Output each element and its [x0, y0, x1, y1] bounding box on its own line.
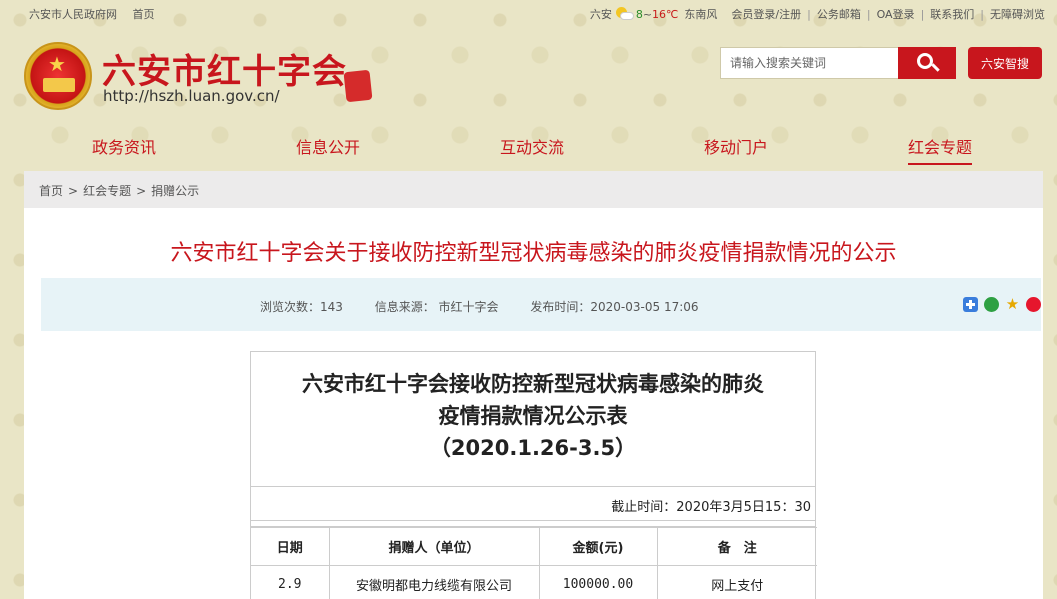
article-meta: 浏览次数：143 信息来源： 市红十字会 发布时间：2020-03-05 17:…: [41, 278, 1041, 331]
publish-time: 发布时间：2020-03-05 17:06: [530, 300, 699, 314]
member-login-link[interactable]: 会员登录/注册: [731, 6, 801, 22]
nav-item-interaction[interactable]: 互动交流: [500, 134, 564, 158]
table-heading: 六安市红十字会接收防控新型冠状病毒感染的肺炎 疫情捐款情况公示表 （2020.1…: [251, 352, 815, 487]
cell-remark: 网上支付: [656, 565, 817, 599]
breadcrumb-home[interactable]: 首页: [39, 184, 63, 198]
table-heading-line2: 疫情捐款情况公示表: [438, 404, 628, 428]
temp-sep: ~: [642, 7, 653, 21]
temp-high: 16℃: [652, 7, 679, 21]
seal-stamp-icon: [343, 69, 373, 103]
top-links-right: 六安 8 ~ 16℃ 东南风 会员登录/注册 | 公务邮箱 | OA登录 | 联…: [589, 6, 1045, 22]
mail-link[interactable]: 公务邮箱: [817, 6, 861, 22]
col-amount: 金额(元): [538, 527, 658, 566]
share-bar: ★: [957, 297, 1041, 312]
info-source: 信息来源： 市红十字会: [374, 300, 499, 314]
breadcrumb-donation[interactable]: 捐赠公示: [151, 184, 199, 198]
breadcrumb-topic[interactable]: 红会专题: [83, 184, 131, 198]
deadline: 截止时间：2020年3月5日15：30: [251, 487, 815, 521]
nav-item-disclosure[interactable]: 信息公开: [296, 134, 360, 158]
cell-date: 2.9: [251, 565, 330, 599]
top-links-left: 六安市人民政府网 首页: [29, 6, 167, 22]
accessibility-link[interactable]: 无障碍浏览: [990, 6, 1045, 22]
wind: 东南风: [684, 8, 718, 21]
nav-item-topic[interactable]: 红会专题: [908, 134, 973, 165]
breadcrumb: 首页 > 红会专题 > 捐赠公示: [24, 171, 1043, 208]
weibo-icon[interactable]: [1026, 297, 1041, 312]
temp-low: 8: [635, 7, 643, 21]
search-input[interactable]: [721, 48, 899, 78]
table-heading-line3: （2020.1.26-3.5）: [429, 436, 637, 460]
nav-item-news[interactable]: 政务资讯: [92, 134, 156, 158]
article-title: 六安市红十字会关于接收防控新型冠状病毒感染的肺炎疫情捐款情况的公示: [170, 241, 897, 266]
table-row: 2.9 安徽明都电力线缆有限公司 100000.00 网上支付: [251, 565, 817, 599]
search-button[interactable]: [898, 47, 956, 79]
site-title[interactable]: 六安市红十字会: [102, 44, 347, 93]
search-icon: [917, 53, 933, 69]
wechat-icon[interactable]: [984, 297, 999, 312]
nav-item-mobile[interactable]: 移动门户: [704, 134, 768, 158]
col-remark: 备 注: [656, 527, 817, 566]
contact-link[interactable]: 联系我们: [930, 6, 974, 22]
site-url: http://hszh.luan.gov.cn/: [103, 87, 280, 105]
table-heading-line1: 六安市红十字会接收防控新型冠状病毒感染的肺炎: [302, 372, 764, 396]
donation-grid: 日期 捐赠人（单位） 金额(元) 备 注 2.9 安徽明都电力线缆有限公司 10…: [251, 527, 817, 599]
table-header-row: 日期 捐赠人（单位） 金额(元) 备 注: [251, 527, 817, 566]
main-nav: 政务资讯 信息公开 互动交流 移动门户 红会专题: [0, 118, 1057, 168]
sunny-cloudy-icon: [614, 7, 634, 21]
donation-table: 六安市红十字会接收防控新型冠状病毒感染的肺炎 疫情捐款情况公示表 （2020.1…: [250, 351, 817, 599]
content-panel: 首页 > 红会专题 > 捐赠公示 六安市红十字会关于接收防控新型冠状病毒感染的肺炎疫情捐…: [24, 171, 1043, 599]
share-plus-icon[interactable]: [963, 297, 978, 312]
cell-amount: 100000.00: [538, 565, 658, 599]
search-box: [720, 47, 956, 79]
top-bar: 六安市人民政府网 首页 六安 8 ~ 16℃ 东南风 会员登录/注册 | 公务邮…: [0, 0, 1057, 26]
gov-site-link[interactable]: 六安市人民政府网: [29, 8, 117, 21]
favorite-star-icon[interactable]: ★: [1005, 297, 1020, 312]
smart-search-button[interactable]: 六安智搜: [968, 47, 1042, 79]
col-donor: 捐赠人（单位）: [328, 527, 540, 566]
home-link[interactable]: 首页: [133, 8, 155, 21]
oa-login-link[interactable]: OA登录: [877, 6, 915, 22]
national-emblem-icon: ★: [24, 42, 92, 110]
cell-donor: 安徽明都电力线缆有限公司: [328, 565, 540, 599]
site-header: ★ 六安市红十字会 http://hszh.luan.gov.cn/ 六安智搜: [0, 26, 1057, 118]
view-count: 浏览次数：143: [260, 300, 343, 314]
weather-city: 六安: [589, 8, 612, 21]
col-date: 日期: [251, 527, 330, 566]
